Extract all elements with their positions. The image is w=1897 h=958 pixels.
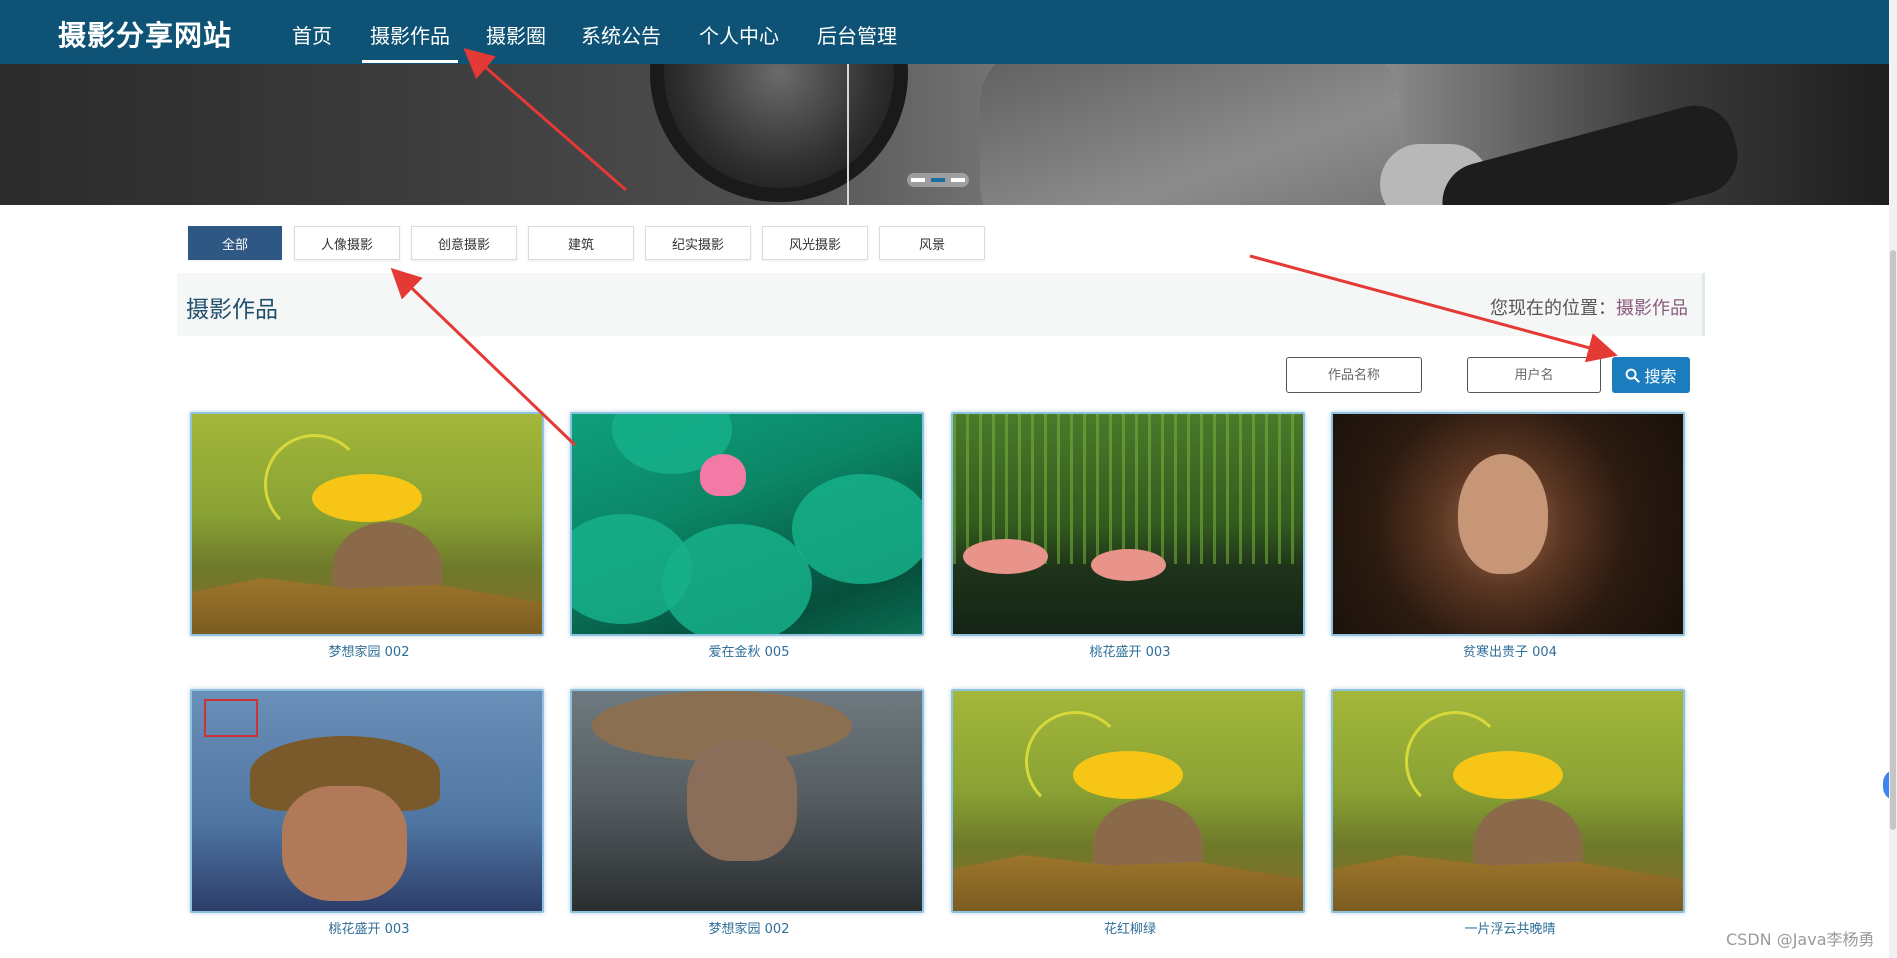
section-header: 摄影作品 您现在的位置：摄影作品 (177, 273, 1705, 336)
old-man-hat-photo[interactable] (570, 689, 924, 913)
gallery-caption[interactable]: 桃花盛开 003 (190, 918, 548, 937)
breadcrumb-current[interactable]: 摄影作品 (1616, 298, 1688, 319)
gallery-card[interactable]: 梦想家园 002 (570, 689, 928, 937)
portrait-photo[interactable] (1331, 412, 1685, 636)
photo-detail (1453, 751, 1563, 799)
banner-divider (847, 64, 849, 205)
gallery-caption[interactable]: 桃花盛开 003 (951, 641, 1309, 660)
lotus-photo[interactable] (570, 412, 924, 636)
username-input[interactable] (1467, 357, 1601, 393)
photo-detail (700, 454, 746, 496)
category-tab-portrait[interactable]: 人像摄影 (294, 226, 400, 260)
photo-detail (1091, 549, 1166, 581)
work-name-input[interactable] (1286, 357, 1422, 393)
search-icon (1626, 368, 1641, 383)
category-tab-architecture[interactable]: 建筑 (528, 226, 634, 260)
gallery-card[interactable]: 桃花盛开 003 (190, 689, 548, 937)
breadcrumb: 您现在的位置：摄影作品 (1490, 294, 1688, 320)
photo-detail (312, 474, 422, 522)
squirrel-photo[interactable] (951, 689, 1305, 913)
gallery-caption[interactable]: 梦想家园 002 (190, 641, 548, 660)
photo-detail (662, 524, 812, 634)
gallery-card[interactable]: 爱在金秋 005 (570, 412, 928, 660)
watermark: CSDN @Java李杨勇 (1726, 930, 1875, 949)
banner-sleeve (1433, 96, 1747, 205)
photo-detail (282, 786, 407, 901)
breadcrumb-prefix: 您现在的位置： (1490, 298, 1616, 319)
category-tab-creative[interactable]: 创意摄影 (411, 226, 517, 260)
photo-detail (792, 474, 922, 584)
nav-works[interactable]: 摄影作品 (362, 20, 458, 63)
carousel-dot-1[interactable] (911, 178, 925, 182)
carousel-dot-3[interactable] (951, 178, 965, 182)
banner-camera-lens (650, 64, 908, 202)
site-brand[interactable]: 摄影分享网站 (58, 14, 232, 54)
search-button-label: 搜索 (1644, 367, 1677, 386)
nav-profile[interactable]: 个人中心 (699, 20, 779, 49)
section-title: 摄影作品 (186, 297, 278, 323)
nav-circle[interactable]: 摄影圈 (486, 20, 546, 49)
nav-announcements[interactable]: 系统公告 (581, 20, 661, 49)
search-button[interactable]: 搜索 (1612, 357, 1690, 393)
gallery-card[interactable]: 桃花盛开 003 (951, 412, 1309, 660)
gallery-card[interactable]: 贫寒出贵子 004 (1331, 412, 1689, 660)
seal-stamp-icon (204, 699, 258, 737)
photo-detail (1073, 751, 1183, 799)
squirrel-photo[interactable] (190, 412, 544, 636)
gallery-caption[interactable]: 一片浮云共晚晴 (1331, 918, 1689, 937)
photo-detail (1458, 454, 1548, 574)
banner-figure (980, 64, 1400, 205)
flamingo-photo[interactable] (951, 412, 1305, 636)
category-tab-documentary[interactable]: 纪实摄影 (645, 226, 751, 260)
category-tab-landscape-photo[interactable]: 风光摄影 (762, 226, 868, 260)
gallery-card[interactable]: 一片浮云共晚晴 (1331, 689, 1689, 937)
scrollbar-thumb[interactable] (1890, 250, 1896, 830)
scrollbar[interactable] (1889, 0, 1897, 958)
top-navbar: 摄影分享网站 首页 摄影作品 摄影圈 系统公告 个人中心 后台管理 (0, 0, 1889, 64)
gallery-caption[interactable]: 花红柳绿 (951, 918, 1309, 937)
old-man-pipe-photo[interactable] (190, 689, 544, 913)
nav-home[interactable]: 首页 (292, 20, 332, 49)
category-tab-scenery[interactable]: 风景 (879, 226, 985, 260)
carousel-indicators (907, 173, 969, 187)
photo-detail (963, 539, 1048, 574)
carousel-dot-2[interactable] (931, 178, 945, 182)
gallery-caption[interactable]: 梦想家园 002 (570, 918, 928, 937)
gallery-card[interactable]: 花红柳绿 (951, 689, 1309, 937)
squirrel-photo[interactable] (1331, 689, 1685, 913)
gallery-caption[interactable]: 贫寒出贵子 004 (1331, 641, 1689, 660)
nav-admin[interactable]: 后台管理 (817, 20, 897, 49)
photo-detail (687, 741, 797, 861)
gallery-card[interactable]: 梦想家园 002 (190, 412, 548, 660)
category-tab-all[interactable]: 全部 (188, 226, 282, 260)
gallery-caption[interactable]: 爱在金秋 005 (570, 641, 928, 660)
